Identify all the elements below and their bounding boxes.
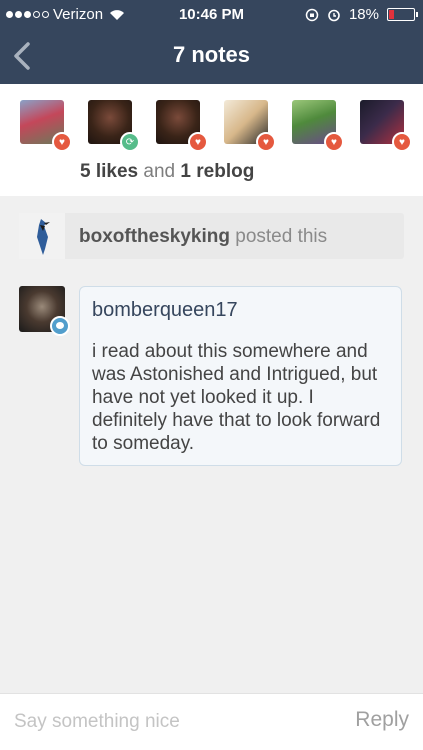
reply-bubble: bomberqueen17 i read about this somewher… (79, 286, 402, 466)
avatar-liker-4[interactable]: ♥ (292, 100, 344, 152)
alarm-icon (328, 9, 340, 21)
posted-row[interactable]: boxoftheskyking posted this (19, 213, 404, 259)
likes-count: 5 (80, 161, 91, 182)
avatar-liker-5[interactable]: ♥ (360, 100, 412, 152)
rotation-lock-icon (305, 8, 319, 21)
avatar-row: ♥ ⟳ ♥ ♥ ♥ ♥ (20, 100, 412, 152)
reblog-count: 1 (180, 161, 191, 182)
nav-bar: 7 notes (0, 28, 423, 84)
reply-input[interactable] (14, 708, 314, 736)
likes-label: likes (95, 161, 139, 182)
reply-bar: Reply (0, 693, 423, 750)
notes-summary: ♥ ⟳ ♥ ♥ ♥ ♥ 5 likes and 1 reblog (0, 84, 423, 196)
reply-icon (50, 316, 70, 336)
blue-jay-image (19, 213, 65, 259)
posted-text: boxoftheskyking posted this (79, 226, 327, 248)
reply-text: i read about this somewhere and was Asto… (92, 341, 381, 454)
heart-icon: ♥ (324, 132, 344, 152)
poster-username[interactable]: boxoftheskyking (79, 226, 230, 247)
reply-username[interactable]: bomberqueen17 (92, 299, 389, 322)
heart-icon: ♥ (256, 132, 276, 152)
status-right: 18% (305, 6, 418, 23)
notes-counts: 5 likes and 1 reblog (80, 161, 254, 183)
avatar-reblogger[interactable]: ⟳ (88, 100, 140, 152)
avatar-poster[interactable] (19, 213, 65, 259)
posted-action: posted this (235, 226, 328, 247)
avatar-liker-1[interactable]: ♥ (20, 100, 72, 152)
status-bar: Verizon 10:46 PM 18% (0, 0, 423, 28)
avatar-liker-2[interactable]: ♥ (156, 100, 208, 152)
reply-button[interactable]: Reply (355, 708, 409, 732)
reblog-label: reblog (196, 161, 255, 182)
page-title: 7 notes (172, 42, 251, 67)
heart-icon: ♥ (188, 132, 208, 152)
counts-conjunction: and (143, 161, 176, 182)
battery-percent: 18% (348, 6, 379, 23)
battery-icon (387, 8, 418, 21)
heart-icon: ♥ (392, 132, 412, 152)
heart-icon: ♥ (52, 132, 72, 152)
avatar-liker-3[interactable]: ♥ (224, 100, 276, 152)
reblog-icon: ⟳ (120, 132, 140, 152)
